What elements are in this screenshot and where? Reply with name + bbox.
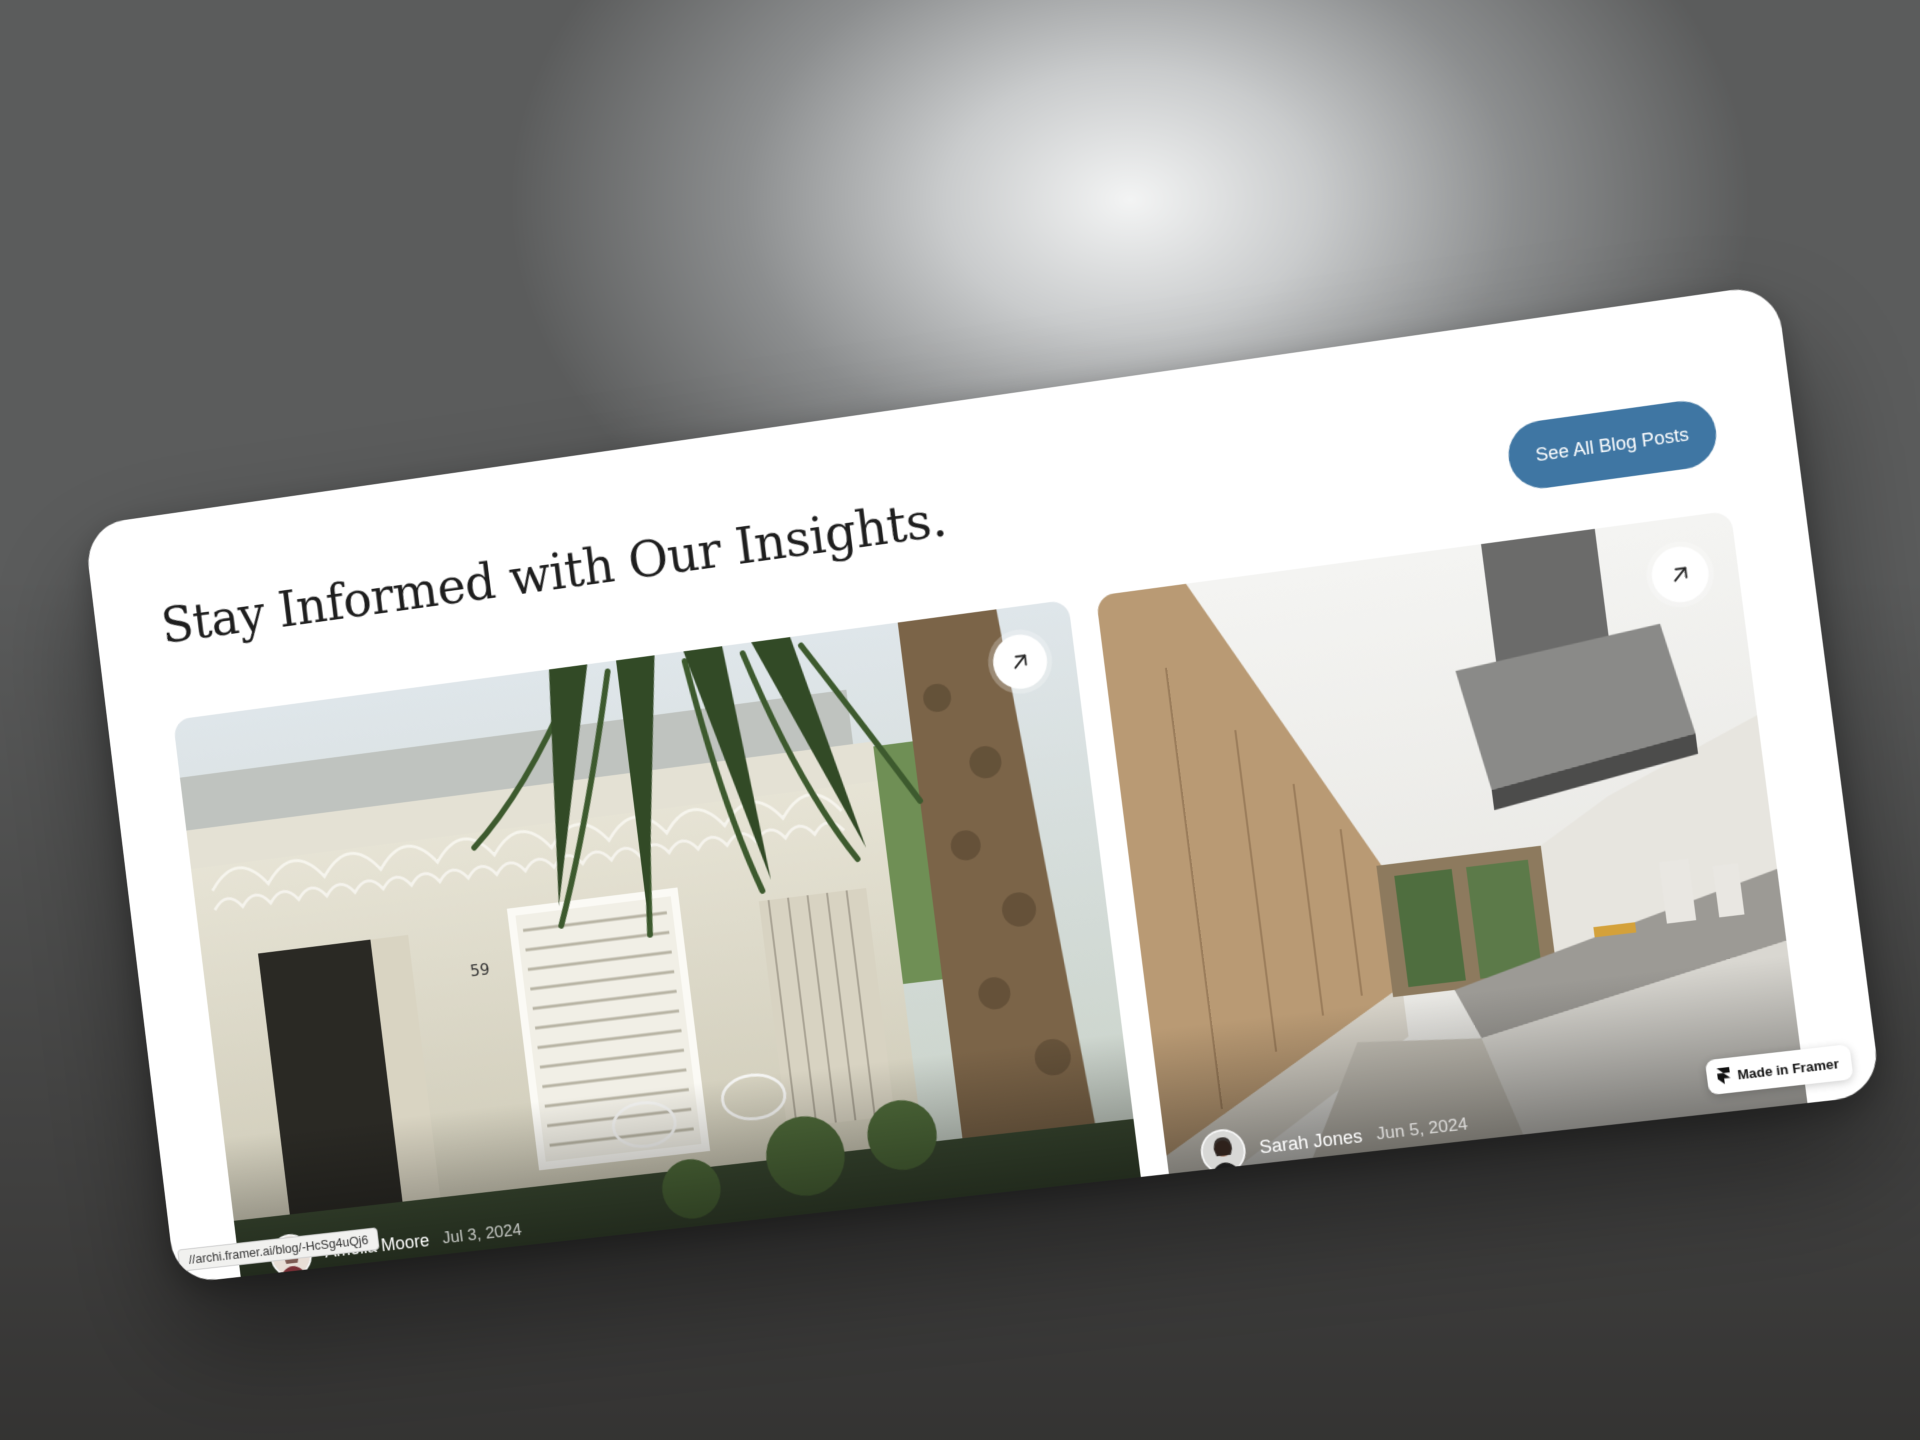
post-date: Jul 3, 2024 <box>441 1220 523 1248</box>
blog-post-card[interactable]: 59 <box>172 599 1147 1285</box>
section-headline: Stay Informed with Our Insights. <box>158 489 950 655</box>
see-all-posts-button[interactable]: See All Blog Posts <box>1504 396 1721 493</box>
blog-section-card: Stay Informed with Our Insights. See All… <box>83 283 1882 1285</box>
house-porch-photo: 59 <box>172 599 1147 1285</box>
post-author: Sarah Jones <box>1258 1125 1364 1158</box>
badge-label: Made in Framer <box>1736 1055 1840 1083</box>
post-date: Jun 5, 2024 <box>1375 1114 1469 1144</box>
arrow-up-right-icon <box>1008 649 1033 674</box>
blog-post-card[interactable]: Sarah Jones Jun 5, 2024 <box>1095 510 1814 1216</box>
avatar <box>1198 1126 1249 1177</box>
arrow-up-right-icon <box>1667 562 1693 587</box>
framer-logo-icon <box>1716 1067 1732 1085</box>
